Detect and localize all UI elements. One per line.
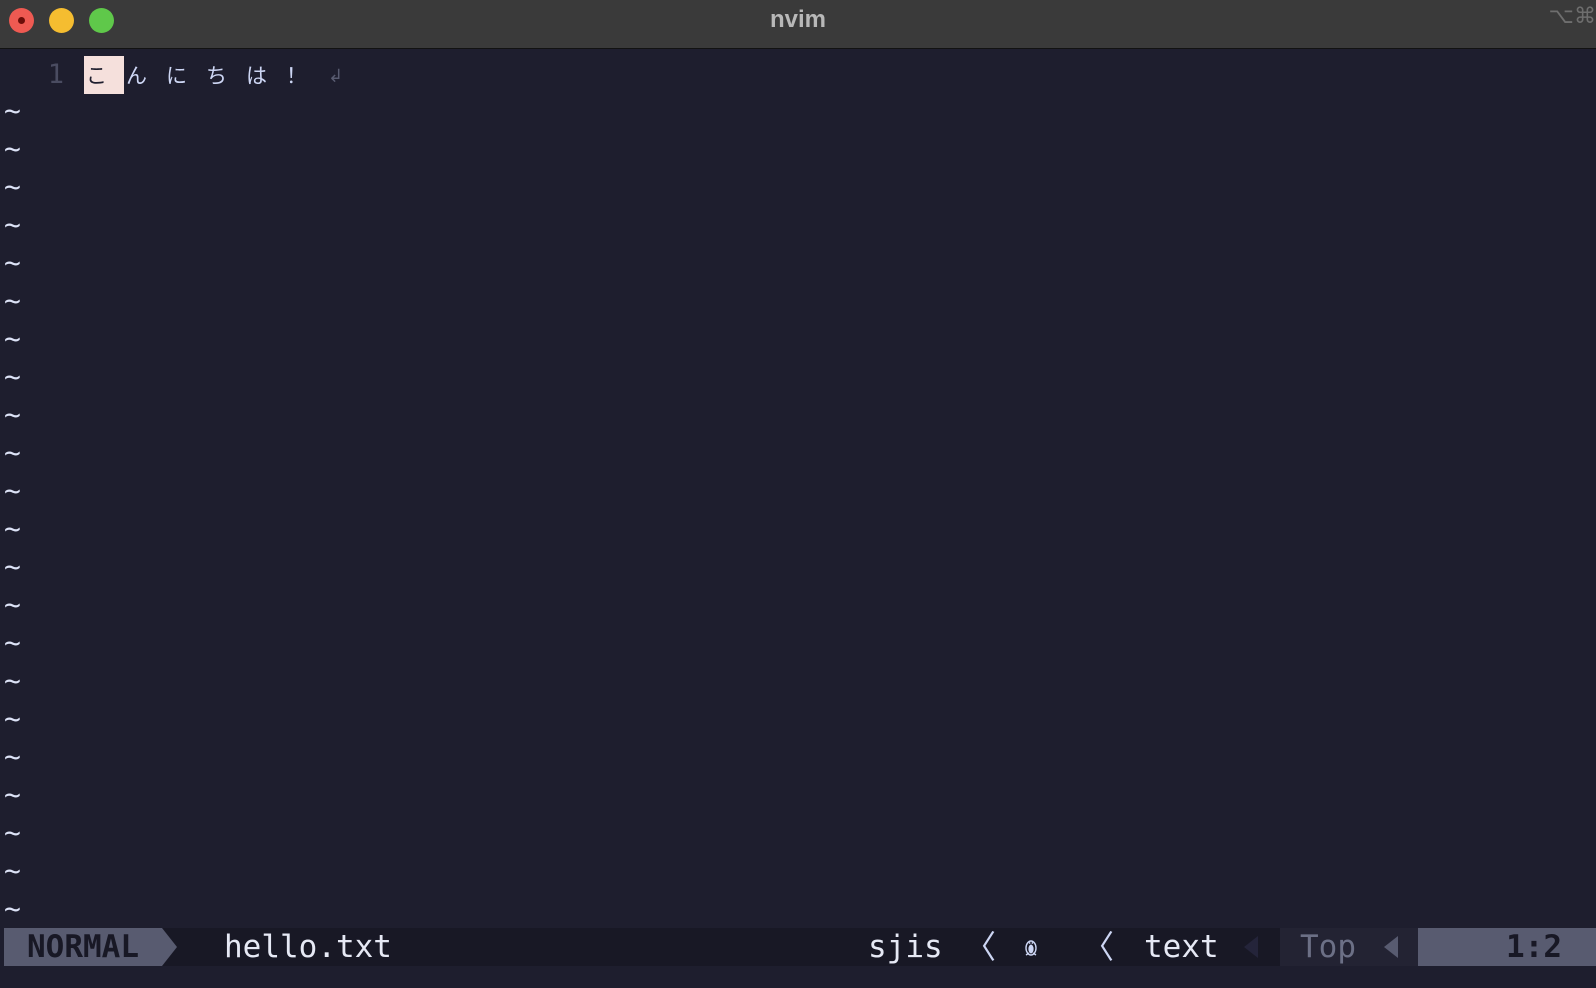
text-character[interactable]: ん: [124, 56, 164, 94]
empty-line-marker: ~: [4, 740, 21, 773]
cursor-line-col: 1:2: [1506, 929, 1562, 965]
status-line: NORMAL hello.txt sjis 〈 〈 text Top 1:2: [4, 928, 1596, 966]
file-encoding: sjis: [868, 929, 943, 965]
nvim-window: nvim ⌥⌘ 1 こんにちは！ ↲ ~ ~ ~ ~ ~ ~ ~ ~ ~ ~ ~ ~ ~ ~ ~ ~ ~ ~ ~ ~ ~ ~…: [0, 0, 1596, 988]
text-character[interactable]: は: [244, 56, 284, 94]
empty-line-marker: ~: [4, 208, 21, 241]
penguin-icon: [1024, 928, 1038, 971]
empty-line-marker: ~: [4, 322, 21, 355]
empty-line-marker: ~: [4, 512, 21, 545]
scroll-position-section: Top: [1280, 928, 1418, 966]
window-title: nvim: [769, 6, 826, 33]
empty-line-marker: ~: [4, 170, 21, 203]
empty-line-marker: ~: [4, 588, 21, 621]
cursor-character[interactable]: こ: [84, 56, 124, 94]
filetype-separator-arrow: [1244, 936, 1258, 958]
empty-line-markers: ~ ~ ~ ~ ~ ~ ~ ~ ~ ~ ~ ~ ~ ~ ~ ~ ~ ~ ~ ~ ~ ~: [4, 94, 28, 930]
empty-line-marker: ~: [4, 664, 21, 697]
chevron-left-icon: 〈: [964, 928, 997, 966]
empty-line-marker: ~: [4, 360, 21, 393]
line-content[interactable]: こんにちは！ ↲: [84, 56, 354, 94]
empty-line-marker: ~: [4, 94, 21, 127]
chevron-left-icon: 〈: [1082, 928, 1115, 966]
text-character[interactable]: ち: [204, 56, 244, 94]
empty-line-marker: ~: [4, 436, 21, 469]
text-character[interactable]: に: [164, 56, 204, 94]
position-separator-arrow: [1384, 936, 1398, 958]
empty-line-marker: ~: [4, 626, 21, 659]
scroll-position: Top: [1300, 929, 1356, 965]
file-name: hello.txt: [224, 929, 392, 965]
empty-line-marker: ~: [4, 284, 21, 317]
keyboard-shortcut-hint: ⌥⌘: [1548, 4, 1596, 29]
editor-buffer[interactable]: 1 こんにちは！ ↲ ~ ~ ~ ~ ~ ~ ~ ~ ~ ~ ~ ~ ~ ~ ~ ~ ~ ~ ~ ~ ~ ~: [0, 49, 1596, 927]
mode-indicator: NORMAL: [4, 928, 162, 966]
line-number: 1: [47, 59, 64, 90]
empty-line-marker: ~: [4, 550, 21, 583]
buffer-line[interactable]: 1 こんにちは！ ↲: [0, 56, 1596, 94]
text-character[interactable]: ！: [284, 56, 324, 94]
empty-line-marker: ~: [4, 702, 21, 735]
empty-line-marker: ~: [4, 892, 21, 925]
empty-line-marker: ~: [4, 854, 21, 887]
mode-separator-arrow: [162, 928, 177, 966]
title-bar: nvim ⌥⌘: [0, 0, 1596, 49]
empty-line-marker: ~: [4, 246, 21, 279]
end-of-line-marker: ↲: [328, 66, 344, 87]
empty-line-marker: ~: [4, 778, 21, 811]
empty-line-marker: ~: [4, 132, 21, 165]
file-type: text: [1144, 929, 1219, 965]
command-line[interactable]: [0, 966, 1596, 988]
empty-line-marker: ~: [4, 474, 21, 507]
empty-line-marker: ~: [4, 398, 21, 431]
empty-line-marker: ~: [4, 816, 21, 849]
cursor-location-section: 1:2: [1418, 928, 1596, 966]
